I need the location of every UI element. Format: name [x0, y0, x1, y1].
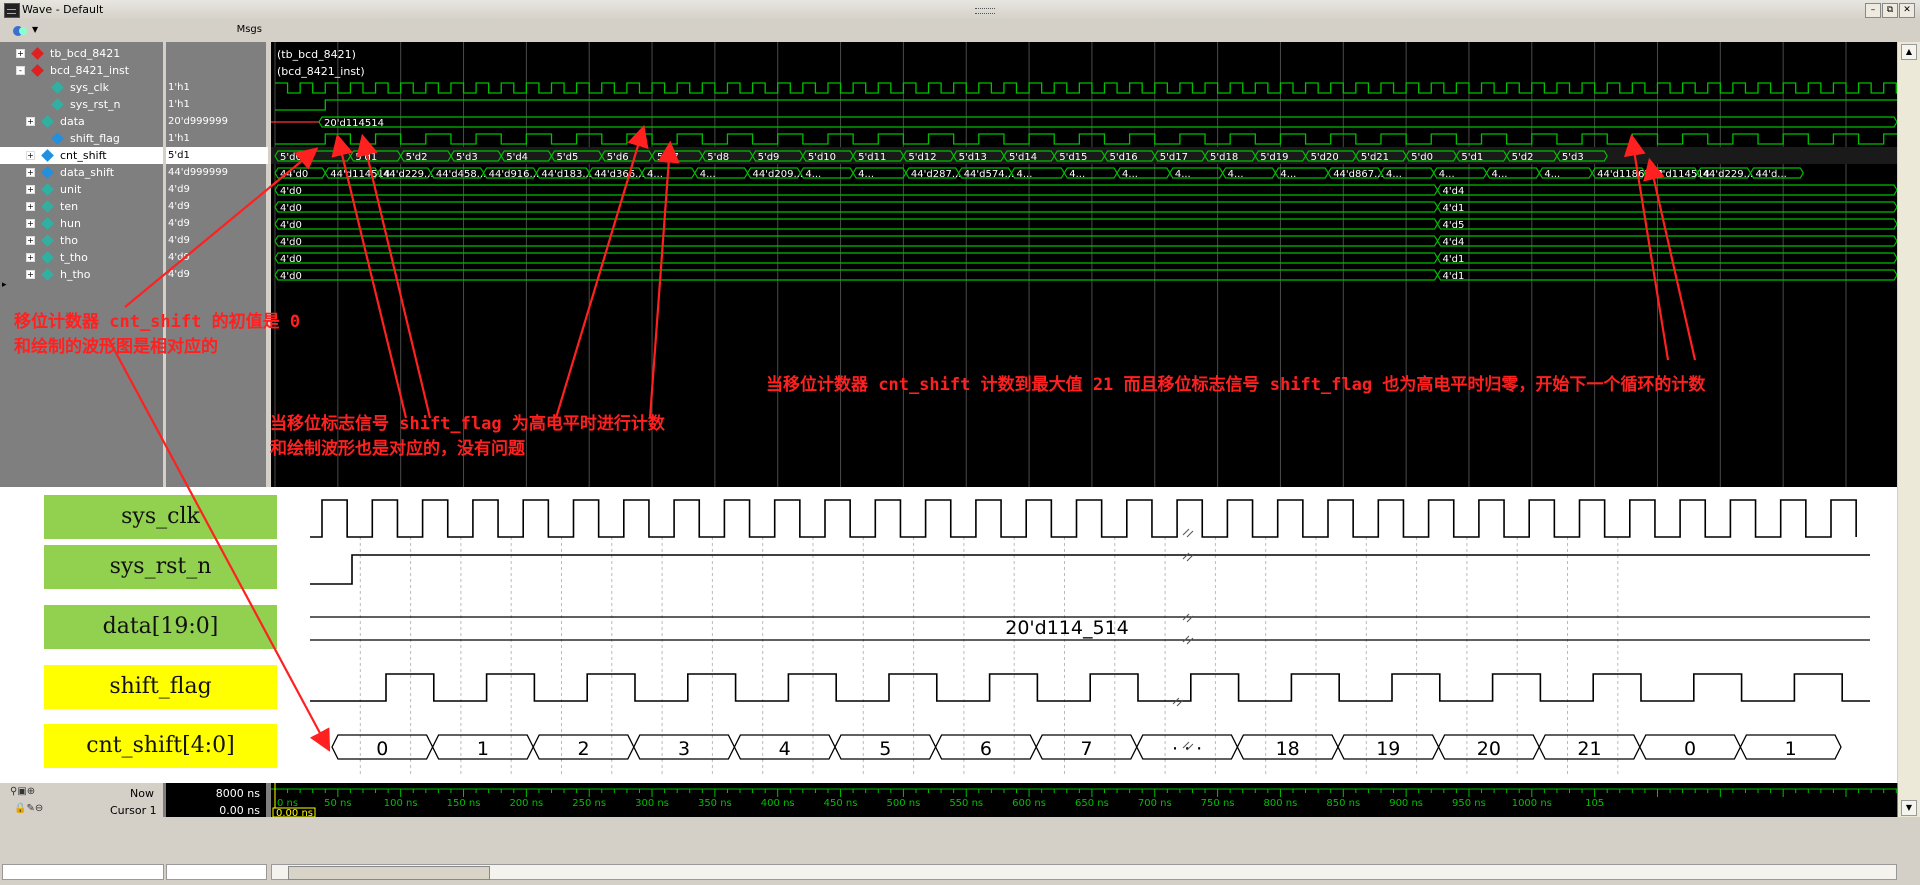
annotation-arrow	[1623, 133, 1670, 361]
annotation-arrow	[554, 124, 649, 419]
annotation-arrow	[107, 337, 331, 752]
annotation-arrow	[124, 147, 319, 308]
annotation-arrow	[648, 140, 680, 419]
annotation-arrows	[107, 124, 1697, 752]
annotation-arrow	[1643, 157, 1697, 361]
